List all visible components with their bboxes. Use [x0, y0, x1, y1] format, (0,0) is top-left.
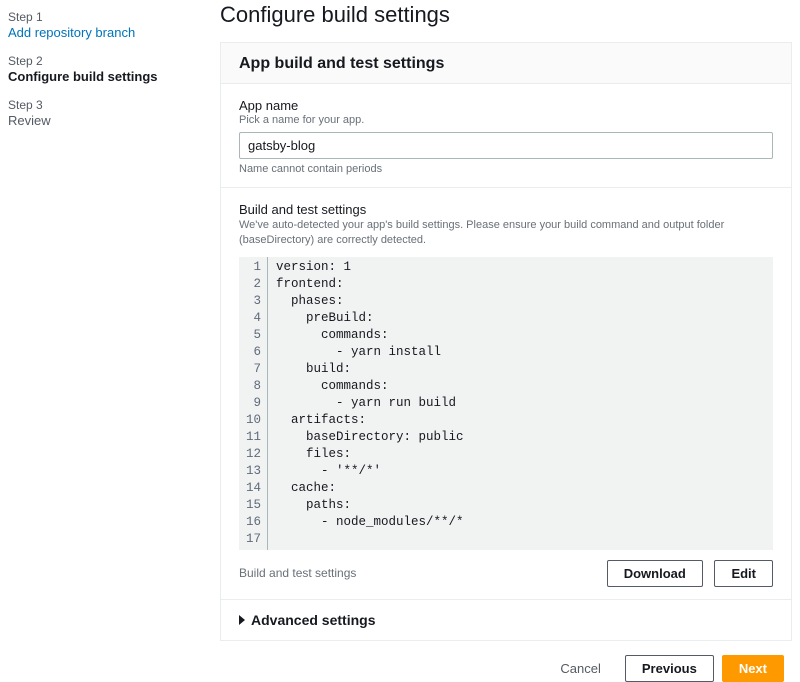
step-3-num: Step 3 — [8, 98, 200, 112]
editor-code: version: 1frontend: phases: preBuild: co… — [267, 257, 773, 550]
chevron-right-icon — [239, 615, 245, 625]
build-test-section: Build and test settings We've auto-detec… — [221, 188, 791, 600]
panel-header: App build and test settings — [221, 43, 791, 84]
editor-gutter: 1234567891011121314151617 — [239, 257, 267, 550]
wizard-footer: Cancel Previous Next — [220, 641, 792, 682]
step-1-num: Step 1 — [8, 10, 200, 24]
app-name-section: App name Pick a name for your app. Name … — [221, 84, 791, 188]
yaml-editor[interactable]: 1234567891011121314151617 version: 1fron… — [239, 257, 773, 550]
previous-button[interactable]: Previous — [625, 655, 714, 682]
build-settings-label: Build and test settings — [239, 202, 773, 217]
app-name-error: Name cannot contain periods — [239, 163, 773, 175]
download-button[interactable]: Download — [607, 560, 703, 587]
build-settings-hint: We've auto-detected your app's build set… — [239, 218, 773, 249]
build-settings-panel: App build and test settings App name Pic… — [220, 42, 792, 641]
main-content: Configure build settings App build and t… — [200, 0, 800, 682]
step-3: Step 3 Review — [8, 98, 200, 128]
app-name-hint: Pick a name for your app. — [239, 114, 773, 126]
cancel-button[interactable]: Cancel — [544, 656, 616, 681]
step-2-num: Step 2 — [8, 54, 200, 68]
step-1[interactable]: Step 1 Add repository branch — [8, 10, 200, 40]
step-3-label: Review — [8, 113, 200, 128]
wizard-steps-sidebar: Step 1 Add repository branch Step 2 Conf… — [0, 0, 200, 682]
step-2: Step 2 Configure build settings — [8, 54, 200, 84]
page-title: Configure build settings — [220, 2, 792, 28]
panel-title: App build and test settings — [239, 55, 773, 73]
advanced-settings-label: Advanced settings — [251, 612, 375, 628]
next-button[interactable]: Next — [722, 655, 784, 682]
step-2-label: Configure build settings — [8, 69, 200, 84]
step-1-label: Add repository branch — [8, 25, 200, 40]
app-name-label: App name — [239, 98, 773, 113]
app-name-input[interactable] — [239, 132, 773, 159]
edit-button[interactable]: Edit — [714, 560, 773, 587]
build-settings-footer-label: Build and test settings — [239, 566, 356, 580]
